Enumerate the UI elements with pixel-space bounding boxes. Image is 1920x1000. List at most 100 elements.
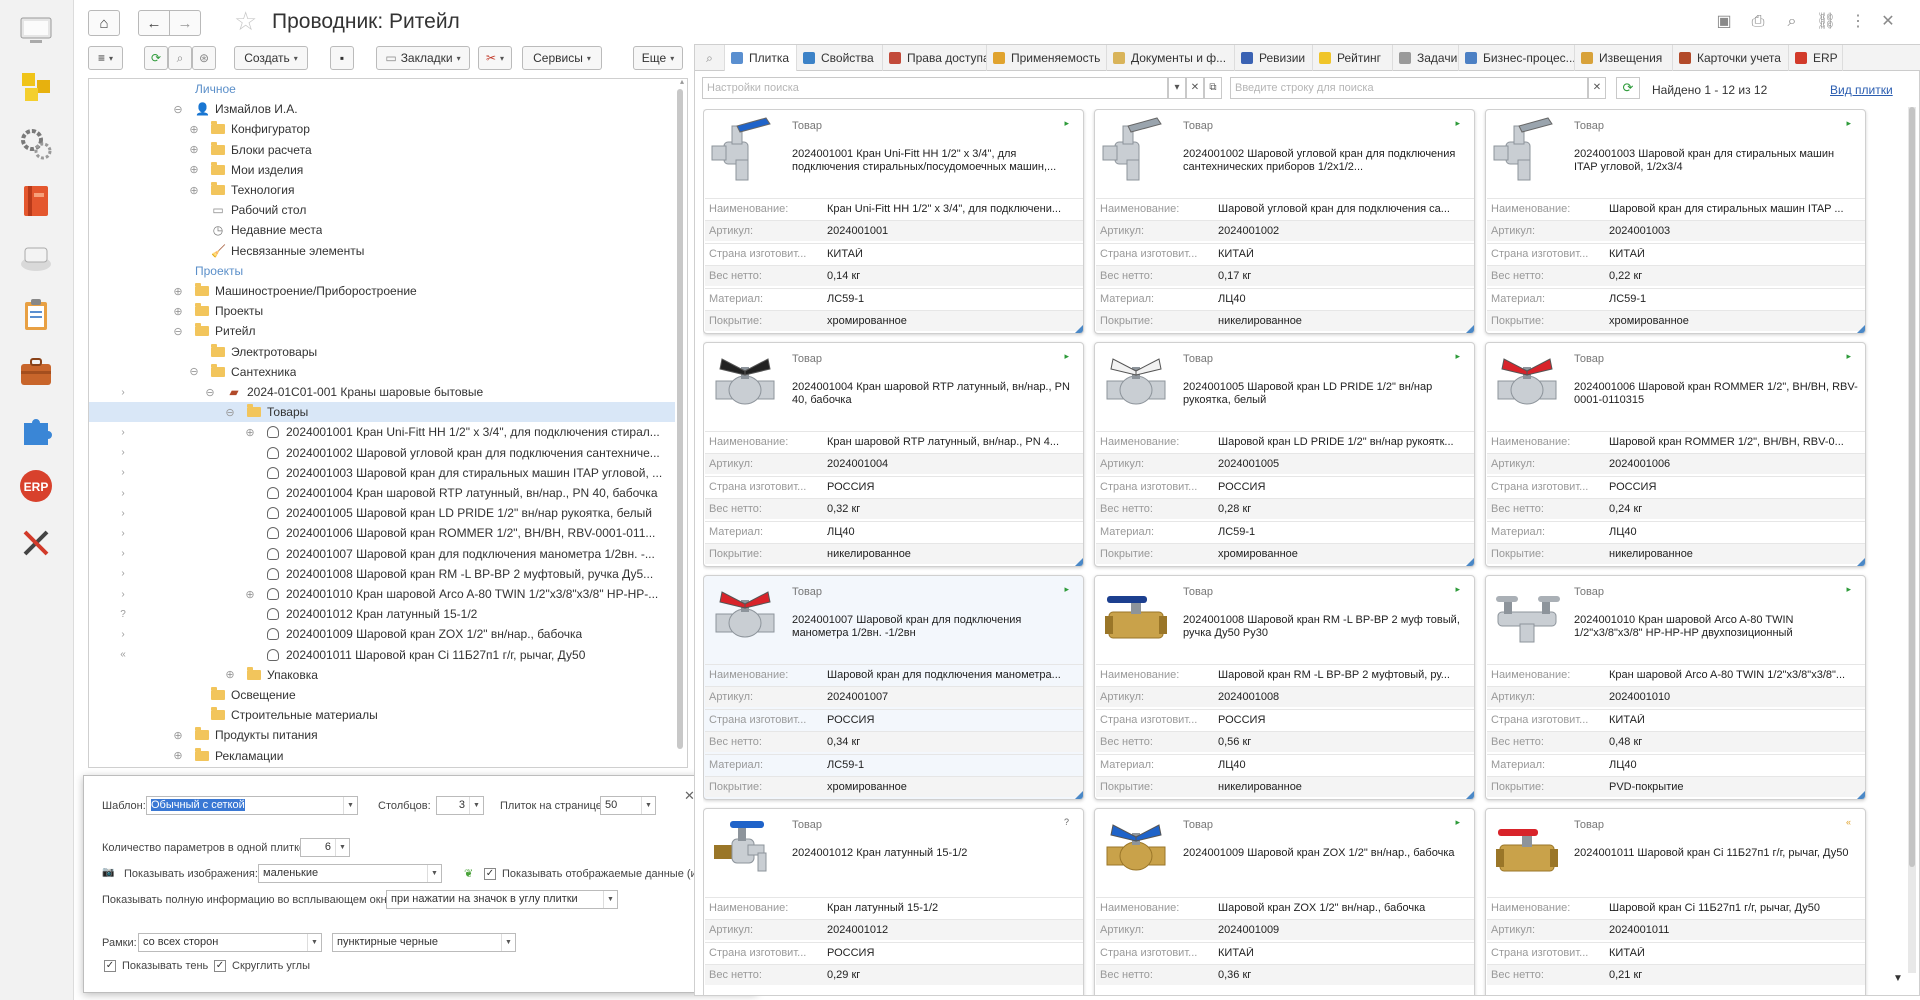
home-button[interactable]: ⌂ (88, 10, 120, 36)
tree-item[interactable]: ? 2024001012 Кран латунный 15-1/2 (89, 604, 675, 624)
tree-item[interactable]: Освещение (89, 685, 675, 705)
search-input[interactable]: Введите строку для поиска (1230, 77, 1588, 99)
shadow-checkbox[interactable]: ✓ (104, 960, 116, 972)
params-spinner[interactable]: 6 ▼ (300, 838, 350, 857)
tab-6[interactable]: Рейтинг (1313, 45, 1393, 71)
tree-item[interactable]: ⊕ Технология (89, 180, 675, 200)
tree-item[interactable]: ⊕ Продукты питания (89, 725, 675, 745)
product-tile[interactable]: Товар ▸ 2024001004 Кран шаровой RTP латунн… (703, 342, 1084, 567)
expand-icon[interactable]: ⊕ (245, 426, 255, 439)
tree-item[interactable]: ▭ Рабочий стол (89, 200, 675, 220)
scroll-down-button[interactable]: ▼ (1887, 969, 1909, 989)
tree-item[interactable]: ⊖ 👤 Измайлов И.А. (89, 99, 675, 119)
tree-item[interactable]: › 2024001007 Шаровой кран для подключения… (89, 544, 675, 564)
expand-icon[interactable]: ⊕ (173, 749, 183, 762)
play-marker-icon[interactable]: ▸ (1846, 118, 1851, 129)
more-vertical-icon[interactable]: ⋮ (1848, 12, 1868, 32)
gears-icon[interactable] (16, 124, 56, 164)
tile-info-corner-icon[interactable] (1857, 325, 1865, 333)
play-marker-icon[interactable]: ▸ (1455, 118, 1460, 129)
tools-icon[interactable] (16, 523, 56, 563)
play-marker-icon[interactable]: ▸ (1455, 584, 1460, 595)
tab-10[interactable]: Карточки учета (1673, 45, 1789, 71)
play-marker-icon[interactable]: ▸ (1455, 351, 1460, 362)
scrollbar-thumb[interactable] (1909, 107, 1915, 867)
tree-item[interactable]: › 2024001003 Шаровой кран для стиральных … (89, 463, 675, 483)
tile-info-corner-icon[interactable] (1466, 791, 1474, 799)
close-icon[interactable]: ✕ (1878, 12, 1898, 32)
tree-item[interactable]: ⊕ Конфигуратор (89, 119, 675, 139)
play-marker-icon[interactable]: ▸ (1455, 817, 1460, 828)
clipboard-icon[interactable] (16, 295, 56, 335)
product-tile[interactable]: Товар ▸ 2024001003 Шаровой кран для стирал… (1485, 109, 1866, 334)
blocks-icon[interactable] (16, 67, 56, 107)
more-button[interactable]: Еще ▾ (633, 46, 683, 70)
back-button[interactable]: ← (138, 10, 170, 36)
question-icon[interactable]: ? (1064, 817, 1069, 827)
expand-icon[interactable]: ⊕ (189, 123, 199, 136)
tab-7[interactable]: Задачи (1393, 45, 1459, 71)
play-marker-icon[interactable]: ▸ (1064, 118, 1069, 129)
popup-select[interactable]: при нажатии на значок в углу плитки ▼ (386, 890, 618, 909)
play-marker-icon[interactable]: ▸ (1846, 351, 1851, 362)
search-settings-input[interactable]: Настройки поиска (702, 77, 1168, 99)
expand-icon[interactable]: ⊕ (189, 163, 199, 176)
collapse-icon[interactable]: ⊖ (173, 103, 183, 116)
collapse-icon[interactable]: ⊖ (189, 365, 199, 378)
tree-item[interactable]: ⊕ Проекты (89, 301, 675, 321)
tile-info-corner-icon[interactable] (1466, 325, 1474, 333)
create-button[interactable]: Создать ▾ (234, 46, 308, 70)
tile-info-corner-icon[interactable] (1466, 558, 1474, 566)
tree-item[interactable]: › 2024001006 Шаровой кран ROMMER 1/2", ВН… (89, 523, 675, 543)
round-corners-checkbox[interactable]: ✓ (214, 960, 226, 972)
tile-scrollbar[interactable] (1908, 107, 1916, 973)
expand-icon[interactable]: ⊕ (189, 184, 199, 197)
tree-item[interactable]: › ⊕ 2024001001 Кран Uni-Fitt HH 1/2" x 3/4… (89, 422, 675, 442)
tree-item[interactable]: ⊕ Блоки расчета (89, 140, 675, 160)
product-tile[interactable]: Товар ▸ 2024001005 Шаровой кран LD PRIDE 1… (1094, 342, 1475, 567)
tab-8[interactable]: Бизнес-процес... (1459, 45, 1575, 71)
product-tile[interactable]: Товар ▸ 2024001010 Кран шаровой Arco A-80 … (1485, 575, 1866, 800)
tile-info-corner-icon[interactable] (1857, 791, 1865, 799)
tree-item[interactable]: ⊖ Сантехника (89, 362, 675, 382)
desktop-icon[interactable] (16, 10, 56, 50)
tree-item[interactable]: › ⊖ ▰ 2024-01С01-001 Краны шаровые бытовые (89, 382, 675, 402)
play-marker-icon[interactable]: ▸ (1064, 584, 1069, 595)
tab-2[interactable]: Права доступа (883, 45, 987, 71)
play-marker-icon[interactable]: ▸ (1064, 351, 1069, 362)
tab-4[interactable]: Документы и ф... (1107, 45, 1235, 71)
tree-item[interactable]: Проекты (89, 261, 675, 281)
tree-item[interactable]: Электротовары (89, 342, 675, 362)
tree-item[interactable]: › ⊕ 2024001010 Кран шаровой Arco A-80 TWIN… (89, 584, 675, 604)
tree-item[interactable]: ⊕ Мои изделия (89, 160, 675, 180)
product-tile[interactable]: Товар ▸ 2024001001 Кран Uni-Fitt HH 1/2" x… (703, 109, 1084, 334)
expand-icon[interactable]: ⊕ (173, 305, 183, 318)
tree-item[interactable]: › 2024001009 Шаровой кран ZOX 1/2" вн/нар… (89, 624, 675, 644)
find-button[interactable]: ⌕ (168, 46, 192, 70)
scroll-up-icon[interactable]: ▴ (680, 79, 684, 86)
tree-item[interactable]: Строительные материалы (89, 705, 675, 725)
tree-item[interactable]: › 2024001005 Шаровой кран LD PRIDE 1/2" в… (89, 503, 675, 523)
tab-1[interactable]: Свойства (797, 45, 883, 71)
tree-item[interactable]: Личное (89, 79, 675, 99)
tree-item[interactable]: ⊕ Машиностроение/Приборостроение (89, 281, 675, 301)
per-page-select[interactable]: 50 ▼ (600, 796, 656, 815)
bookmarks-button[interactable]: ▭ Закладки ▾ (376, 46, 470, 70)
tab-3[interactable]: Применяемость (987, 45, 1107, 71)
tree-item[interactable]: ⊖ Ритейл (89, 321, 675, 341)
forward-button[interactable]: → (169, 10, 201, 36)
frames-sides-select[interactable]: со всех сторон ▼ (138, 933, 322, 952)
copy-settings-button[interactable]: ⧉ (1204, 77, 1222, 99)
tab-9[interactable]: Извещения (1575, 45, 1673, 71)
collapse-icon[interactable]: ⊖ (205, 386, 215, 399)
collapse-icon[interactable]: ⊖ (173, 325, 183, 338)
tab-0[interactable]: Плитка (725, 45, 797, 71)
tree-item[interactable]: › 2024001004 Кран шаровой RTP латунный, в… (89, 483, 675, 503)
search-settings-dropdown[interactable]: ▾ (1168, 77, 1186, 99)
tree-item[interactable]: › 2024001008 Шаровой кран RM -L ВР-ВР 2 м… (89, 564, 675, 584)
filter-button[interactable]: ⊛ (192, 46, 216, 70)
product-tile[interactable]: Товар ▸ 2024001007 Шаровой кран для подклю… (703, 575, 1084, 800)
puzzle-icon[interactable] (16, 409, 56, 449)
columns-spinner[interactable]: 3 ▼ (436, 796, 484, 815)
product-tile[interactable]: Товар ▸ 2024001009 Шаровой кран ZOX 1/2" в… (1094, 808, 1475, 995)
